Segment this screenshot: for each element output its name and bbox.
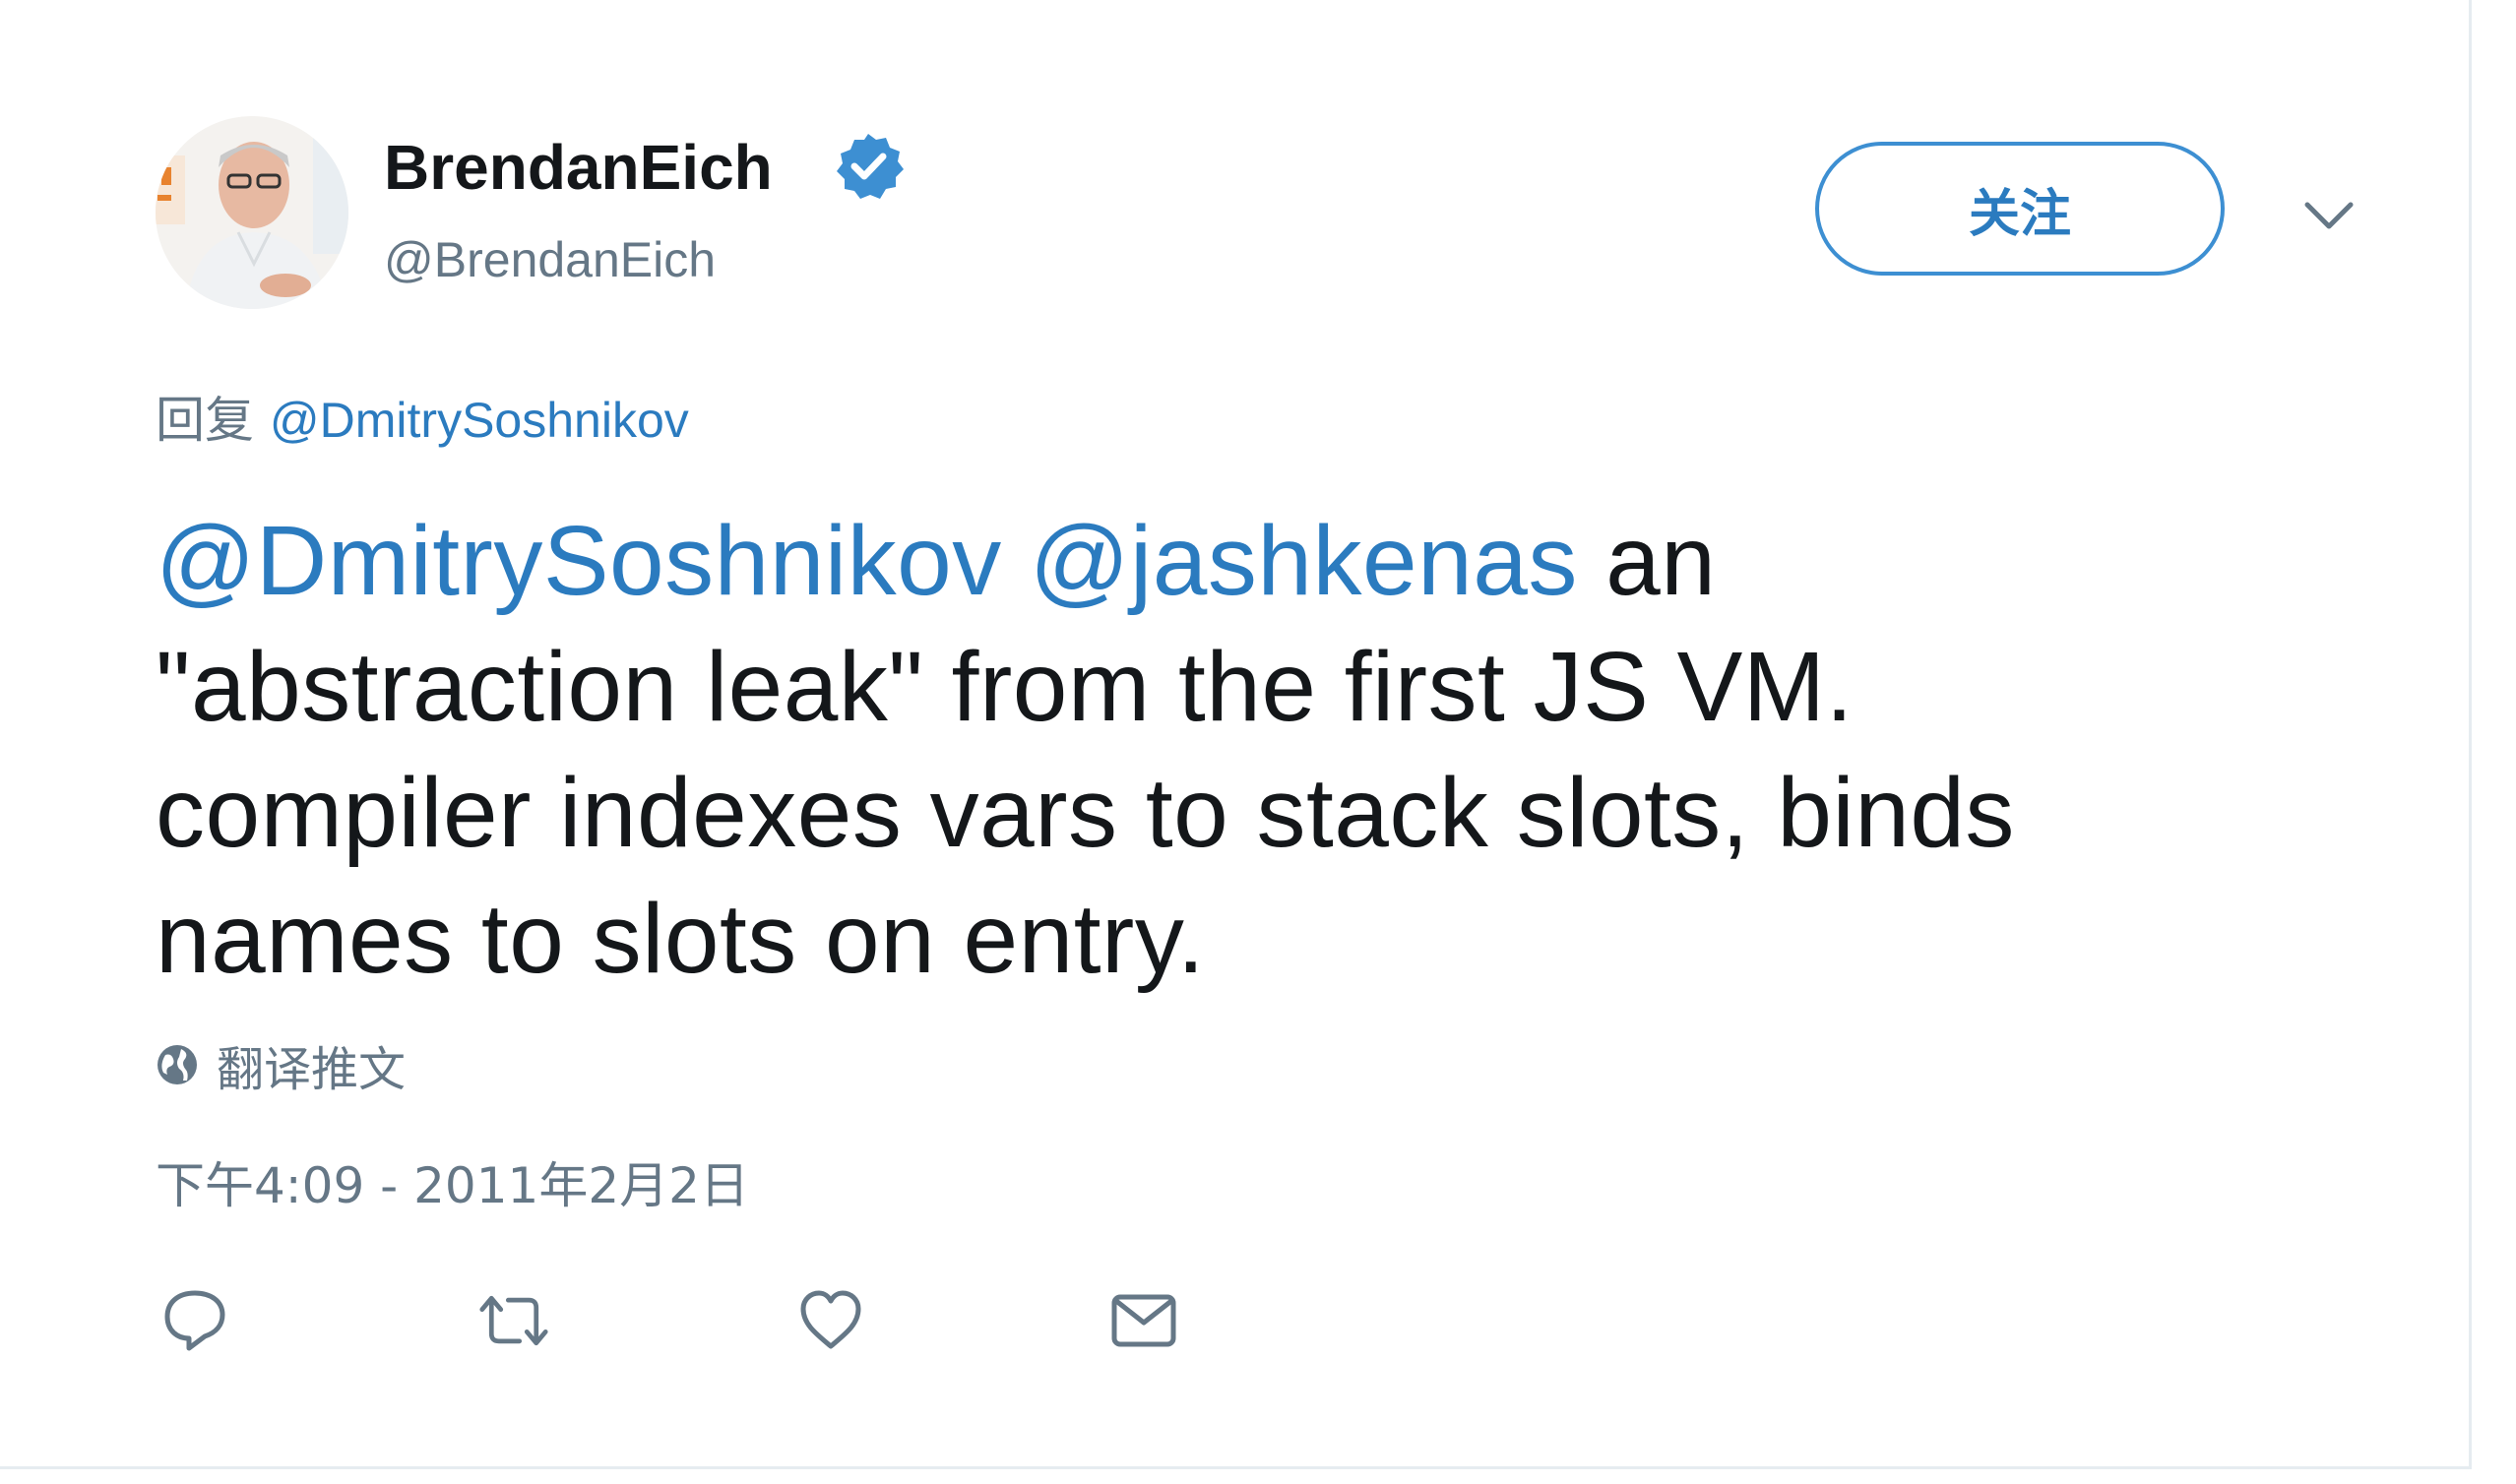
mention-link[interactable]: @DmitrySoshnikov (156, 506, 1002, 616)
mention-link[interactable]: @jashkenas (1030, 506, 1578, 616)
tweet-line-4: names to slots on entry. (156, 884, 1206, 994)
tweet-text: @DmitrySoshnikov @jashkenas an "abstract… (156, 498, 2321, 1002)
avatar[interactable] (156, 116, 348, 309)
user-handle[interactable]: @BrendanEich (384, 228, 716, 291)
translate-label: 翻译推文 (217, 1042, 407, 1097)
follow-button[interactable]: 关注 (1815, 142, 2225, 276)
reply-icon (164, 1290, 225, 1351)
tweet-text-segment: an (1577, 506, 1717, 616)
reply-prefix: 回复 (156, 392, 254, 449)
reply-context: 回复 @DmitrySoshnikov (156, 386, 689, 455)
reply-mention-link[interactable]: @DmitrySoshnikov (270, 393, 689, 448)
tweet-card: BrendanEich @BrendanEich 关注 回复 @DmitrySo… (0, 0, 2472, 1469)
heart-icon (800, 1290, 861, 1349)
tweet-line-3: compiler indexes vars to stack slots, bi… (156, 758, 2015, 868)
translate-tweet-button[interactable]: 翻译推文 (156, 1033, 407, 1097)
chevron-down-icon[interactable] (2299, 187, 2359, 246)
like-button[interactable] (795, 1285, 866, 1356)
display-name[interactable]: BrendanEich (384, 126, 773, 209)
retweet-button[interactable] (478, 1285, 549, 1356)
tweet-page: BrendanEich @BrendanEich 关注 回复 @DmitrySo… (0, 0, 2516, 1484)
tweet-line-2: "abstraction leak" from the first JS VM. (156, 632, 1854, 742)
reply-button[interactable] (159, 1285, 230, 1356)
envelope-icon (1111, 1294, 1176, 1347)
retweet-icon (479, 1295, 548, 1346)
tweet-timestamp[interactable]: 下午4:09 - 2011年2月2日 (156, 1151, 749, 1220)
verified-badge-icon (833, 130, 904, 201)
globe-icon (157, 1045, 197, 1084)
tweet-line-1: @DmitrySoshnikov @jashkenas an (156, 498, 2321, 624)
message-button[interactable] (1108, 1285, 1179, 1356)
